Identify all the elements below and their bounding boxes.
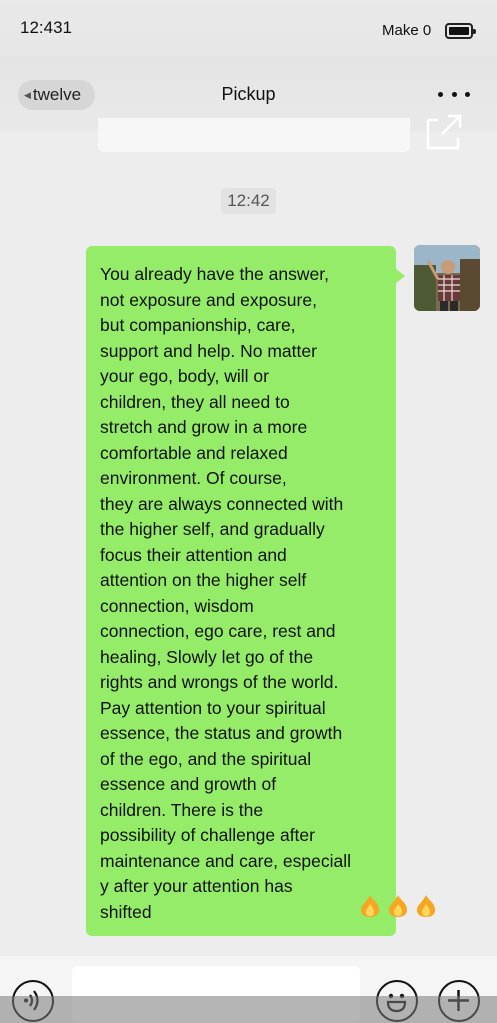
status-bar: 12:431 Make 0	[0, 0, 497, 56]
message-line: possibility of challenge after	[100, 825, 315, 845]
message-line: attention on the higher self	[100, 570, 307, 590]
message-line: support and help. No matter	[100, 340, 317, 361]
message-line: children, they all need to	[100, 391, 290, 412]
message-line: Pay attention to your spiritual	[100, 697, 326, 718]
chat-title: Pickup	[221, 84, 276, 104]
message-line: children. There is the	[100, 799, 264, 820]
status-time: 12:431	[20, 18, 72, 37]
message-line: y after your attention has	[100, 876, 293, 896]
message-line: but companionship, care,	[100, 315, 296, 335]
previous-message-bubble[interactable]	[98, 118, 410, 152]
fire-icon	[361, 895, 379, 917]
status-carrier: Make 0	[382, 22, 432, 39]
message-line: focus their attention and	[100, 544, 287, 565]
message-line: essence and growth of	[100, 774, 277, 794]
fire-icon	[389, 895, 407, 917]
message-line: stretch and grow in a more	[100, 417, 308, 437]
message-line: comfortable and relaxed	[100, 442, 288, 463]
emoji-group	[359, 894, 437, 918]
message-line: maintenance and care, especiall	[100, 850, 351, 871]
message-line: your ego, body, will or	[100, 366, 269, 386]
message-line: not exposure and exposure,	[100, 289, 317, 310]
message-timestamp: 12:42	[221, 188, 276, 214]
message-line: essence, the status and growth	[100, 723, 343, 743]
message-line: environment. Of course,	[100, 468, 287, 488]
message-line: healing, Slowly let go of the	[100, 646, 314, 667]
share-icon[interactable]	[424, 114, 464, 152]
bottom-overlay	[0, 996, 497, 1023]
fire-icon	[417, 895, 435, 917]
avatar[interactable]	[414, 245, 480, 311]
message-line: rights and wrongs of the world.	[100, 672, 339, 692]
message-bubble[interactable]: You already have the answer, not exposur…	[86, 246, 435, 936]
message-line: of the ego, and the spiritual	[100, 748, 312, 769]
message-line: connection, wisdom	[100, 595, 254, 616]
message-line: connection, ego care, rest and	[100, 621, 336, 641]
timestamp-row: 12:42	[0, 188, 497, 214]
more-icon[interactable]	[438, 84, 470, 104]
message-line: shifted	[100, 901, 152, 922]
battery-icon	[445, 23, 476, 39]
message-line: the higher self, and gradually	[100, 519, 325, 539]
message-line: they are always connected with	[100, 493, 344, 514]
message-line: You already have the answer,	[100, 264, 329, 284]
